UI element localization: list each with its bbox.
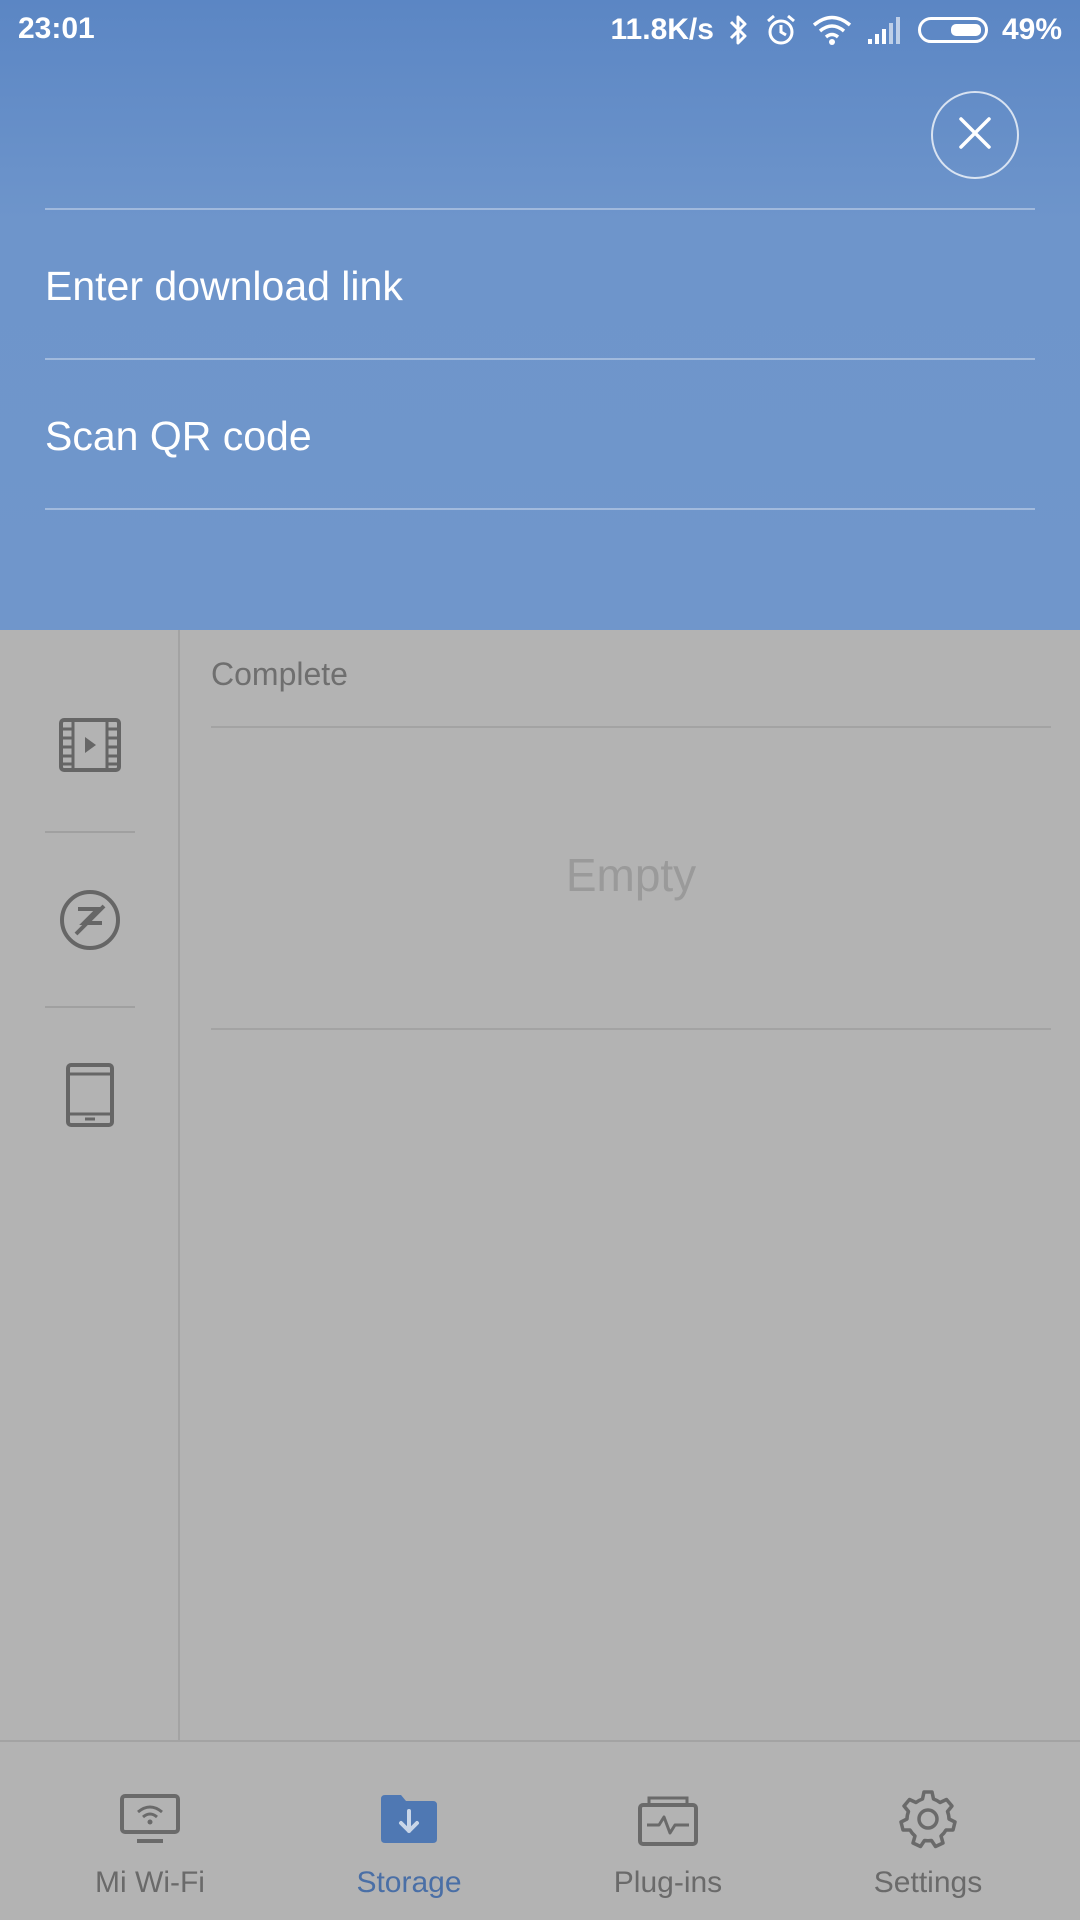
- status-time: 23:01: [18, 12, 95, 45]
- status-bar: 23:01 11.8K/s 49%: [0, 0, 1080, 60]
- alarm-icon: [764, 13, 798, 47]
- tab-storage[interactable]: Storage: [274, 1742, 544, 1920]
- plugin-box-icon: [608, 1784, 728, 1854]
- network-speed: 11.8K/s: [610, 13, 714, 46]
- gear-icon: [868, 1784, 988, 1854]
- video-icon[interactable]: [45, 700, 135, 790]
- tab-mi-wifi[interactable]: Mi Wi-Fi: [15, 1742, 285, 1920]
- rail-divider: [45, 831, 135, 833]
- battery-percent: 49%: [1001, 13, 1062, 46]
- section-header: Complete: [211, 656, 348, 692]
- tab-settings[interactable]: Settings: [793, 1742, 1063, 1920]
- battery-icon: [917, 17, 988, 43]
- status-icons: 11.8K/s 49%: [611, 10, 1062, 50]
- scan-qr-code-item[interactable]: Scan QR code: [45, 362, 1035, 510]
- no-music-icon[interactable]: [45, 875, 135, 965]
- download-options-panel: 23:01 11.8K/s 49% Enter download link Sc…: [0, 0, 1080, 630]
- tab-label: Plug-ins: [613, 1866, 723, 1899]
- close-icon: [957, 115, 993, 156]
- empty-state-text: Empty: [565, 849, 697, 901]
- content-divider: [211, 726, 1051, 728]
- rail-divider: [45, 1006, 135, 1008]
- content-divider: [211, 1028, 1051, 1030]
- bluetooth-icon: [728, 13, 750, 47]
- tab-plug-ins[interactable]: Plug-ins: [533, 1742, 803, 1920]
- bottom-navigation: Mi Wi-Fi Storage Plug-ins Settings: [0, 1740, 1080, 1920]
- tab-label: Mi Wi-Fi: [95, 1866, 205, 1899]
- menu-divider: [45, 208, 1035, 210]
- enter-download-link-item[interactable]: Enter download link: [45, 212, 1035, 360]
- download-folder-icon: [349, 1784, 469, 1854]
- tablet-icon[interactable]: [45, 1050, 135, 1140]
- category-rail: [0, 630, 180, 1740]
- tab-label: Settings: [873, 1866, 983, 1899]
- menu-divider: [45, 358, 1035, 360]
- menu-divider: [45, 508, 1035, 510]
- wifi-icon: [812, 14, 852, 46]
- tab-label: Storage: [356, 1866, 462, 1899]
- signal-icon: [866, 15, 904, 45]
- close-button[interactable]: [931, 91, 1019, 179]
- router-wifi-icon: [90, 1784, 210, 1854]
